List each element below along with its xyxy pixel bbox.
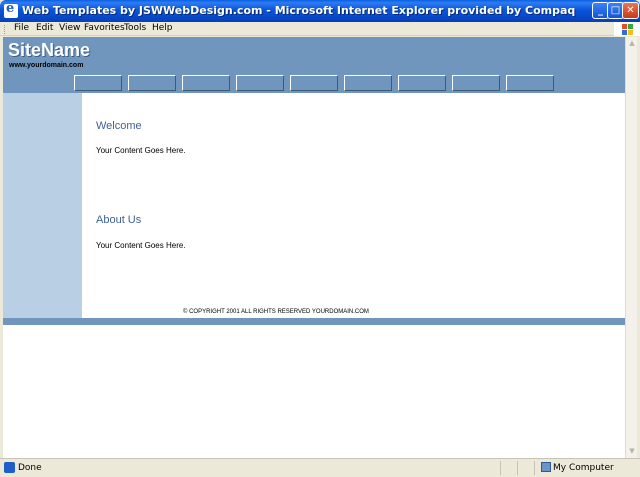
windows-logo-icon [614,22,640,36]
menu-bar: File Edit View Favorites Tools Help [0,22,640,36]
menu-view[interactable]: View [59,23,80,33]
scroll-up-icon[interactable]: ▲ [627,38,637,48]
security-zone-label: My Computer [553,463,614,473]
scroll-down-icon[interactable]: ▼ [627,446,637,456]
page-done-icon [4,462,15,473]
site-header: SiteName www.yourdomain.com [3,37,625,93]
close-button[interactable]: ✕ [622,2,639,19]
toolbar-grip[interactable] [4,25,7,34]
section-body-welcome: Your Content Goes Here. [96,146,186,155]
status-pane-divider [517,461,518,475]
window-title-bar[interactable]: Web Templates by JSWWebDesign.com - Micr… [0,0,640,22]
menu-tools[interactable]: Tools [124,23,146,33]
nav-button[interactable] [74,75,122,91]
menu-edit[interactable]: Edit [36,23,53,33]
copyright-text: © COPYRIGHT 2001 ALL RIGHTS RESERVED YOU… [183,309,369,315]
footer-bar [3,318,625,325]
nav-button[interactable] [344,75,392,91]
nav-button[interactable] [506,75,554,91]
internet-explorer-icon [4,1,18,18]
section-body-about-us: Your Content Goes Here. [96,241,186,250]
nav-button[interactable] [290,75,338,91]
status-pane-divider [500,461,501,475]
menu-help[interactable]: Help [152,23,173,33]
my-computer-icon [541,462,551,472]
section-title-welcome: Welcome [96,120,142,132]
site-domain: www.yourdomain.com [9,62,84,69]
page-viewport: SiteName www.yourdomain.com Welcome Your… [3,37,625,458]
left-sidebar [3,93,82,318]
site-name[interactable]: SiteName [8,40,90,61]
nav-button[interactable] [182,75,230,91]
status-text: Done [18,463,42,473]
status-bar: Done My Computer [0,458,640,477]
window-title: Web Templates by JSWWebDesign.com - Micr… [22,4,576,17]
menu-file[interactable]: File [14,23,29,33]
nav-button[interactable] [452,75,500,91]
status-pane-divider [534,461,535,475]
section-title-about-us: About Us [96,214,142,226]
nav-button[interactable] [128,75,176,91]
nav-button[interactable] [236,75,284,91]
nav-button[interactable] [398,75,446,91]
menu-favorites[interactable]: Favorites [84,23,125,33]
vertical-scrollbar[interactable]: ▲ ▼ [625,37,637,458]
